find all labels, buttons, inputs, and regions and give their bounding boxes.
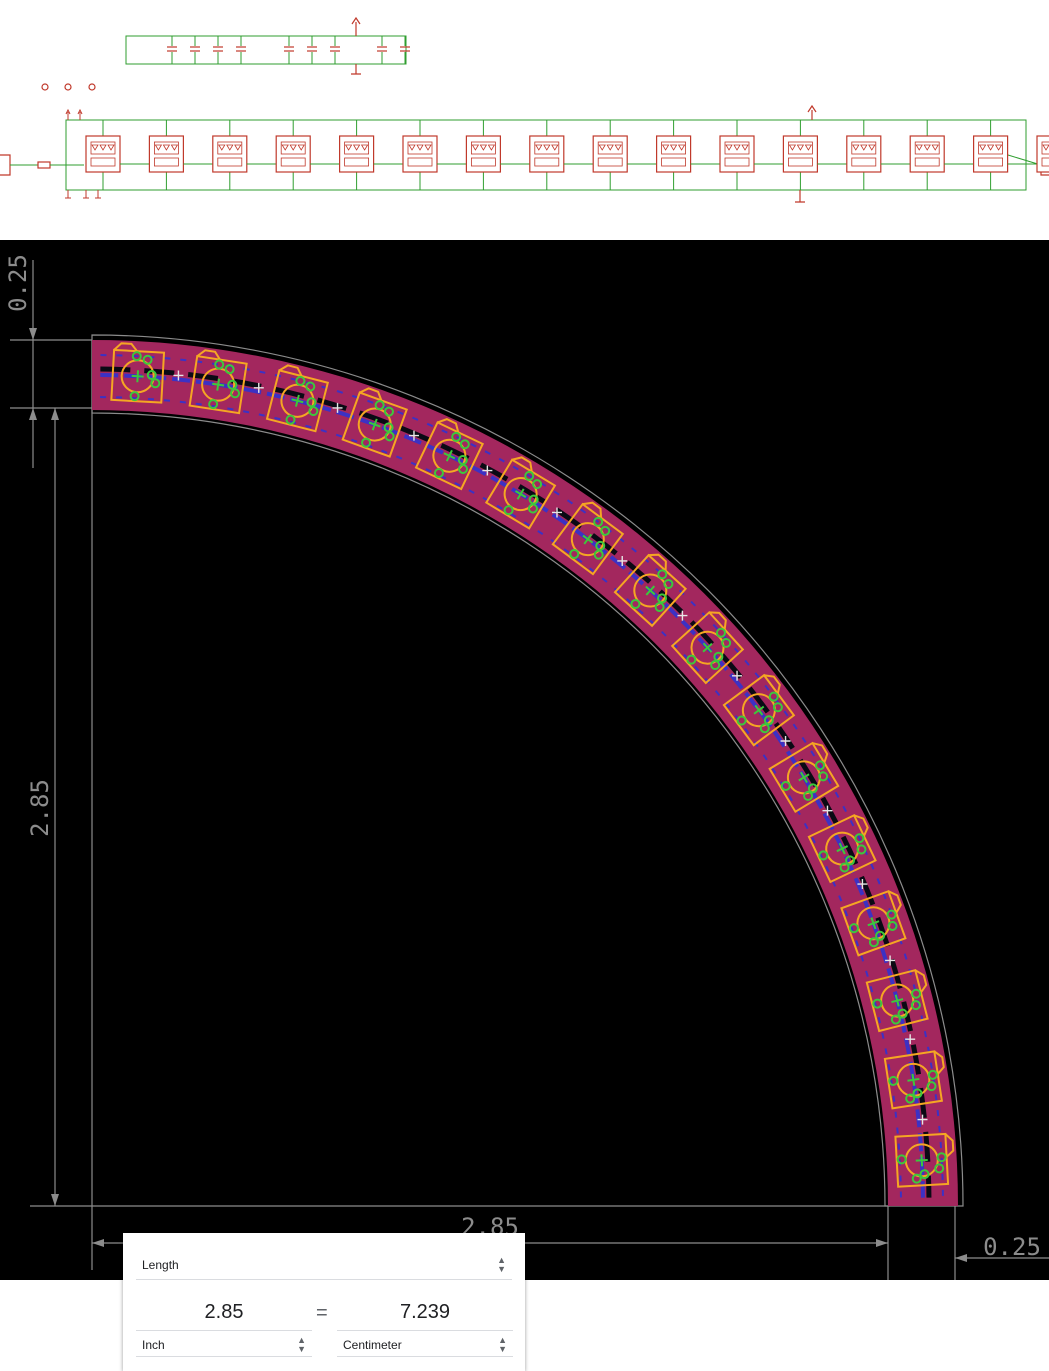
pin-symbol [65, 190, 71, 199]
led-arc-board [91, 334, 964, 1207]
testpoint-symbol [65, 108, 71, 120]
capacitor-bank [41, 16, 410, 91]
led-module-chain [0, 104, 1049, 203]
led-module [782, 120, 847, 190]
ground-symbol [795, 190, 805, 203]
resistor-symbol [37, 161, 51, 169]
led-module [972, 120, 1037, 190]
to-unit-label: Centimeter [343, 1337, 402, 1352]
chevron-updown-icon: ▲ ▼ [498, 1334, 507, 1354]
quantity-label: Length [142, 1257, 179, 1272]
equals-sign: = [316, 1302, 328, 1324]
mounting-hole [41, 83, 49, 91]
led-module [655, 120, 720, 190]
led-module [465, 120, 530, 190]
led-module [275, 120, 340, 190]
led-module [212, 120, 277, 190]
mounting-hole [88, 83, 96, 91]
dim-left-label: 2.85 [26, 779, 54, 837]
pcb-board-view: 0.25 2.85 2.85 0.25 Length ▲ ▼ 2.85 = 7.… [0, 240, 1049, 1371]
led-module [909, 120, 974, 190]
ground-symbol [351, 64, 361, 75]
vcc-symbol [351, 16, 361, 36]
led-module [148, 120, 213, 190]
led-module [339, 120, 404, 190]
led-module [402, 120, 467, 190]
led-module [529, 120, 594, 190]
testpoint-symbol [77, 108, 83, 120]
led-module [85, 120, 150, 190]
chevron-updown-icon: ▲ ▼ [297, 1334, 306, 1354]
vcc-symbol [807, 104, 817, 120]
schematic-drawing [0, 16, 1049, 203]
copper-pour-top [92, 340, 958, 1206]
chevron-updown-icon: ▲ ▼ [497, 1254, 506, 1274]
from-unit-select[interactable]: Inch ▲ ▼ [136, 1333, 312, 1357]
capacitor-bus [125, 35, 407, 65]
dim-bottom-right-label: 0.25 [983, 1233, 1041, 1261]
pcb-drawing: 0.25 2.85 2.85 0.25 [4, 254, 1049, 1280]
unit-converter-widget: Length ▲▼ = Inch ▲▼ Centimeter ▲▼ [123, 1233, 525, 1371]
pin-symbol [95, 190, 101, 199]
led-module [719, 120, 784, 190]
from-unit-label: Inch [142, 1337, 165, 1352]
led-module [846, 120, 911, 190]
from-value-input[interactable] [136, 1295, 312, 1331]
to-unit-select[interactable]: Centimeter ▲ ▼ [337, 1333, 513, 1357]
mounting-hole [64, 83, 72, 91]
led-module [592, 120, 657, 190]
pin-symbol [83, 190, 89, 199]
input-connector [0, 154, 11, 176]
to-value-input[interactable] [337, 1295, 513, 1331]
schematic-view [0, 0, 1049, 240]
dim-top-label: 0.25 [4, 254, 32, 312]
led-module [1036, 135, 1049, 173]
quantity-select[interactable]: Length ▲ ▼ [136, 1250, 512, 1280]
